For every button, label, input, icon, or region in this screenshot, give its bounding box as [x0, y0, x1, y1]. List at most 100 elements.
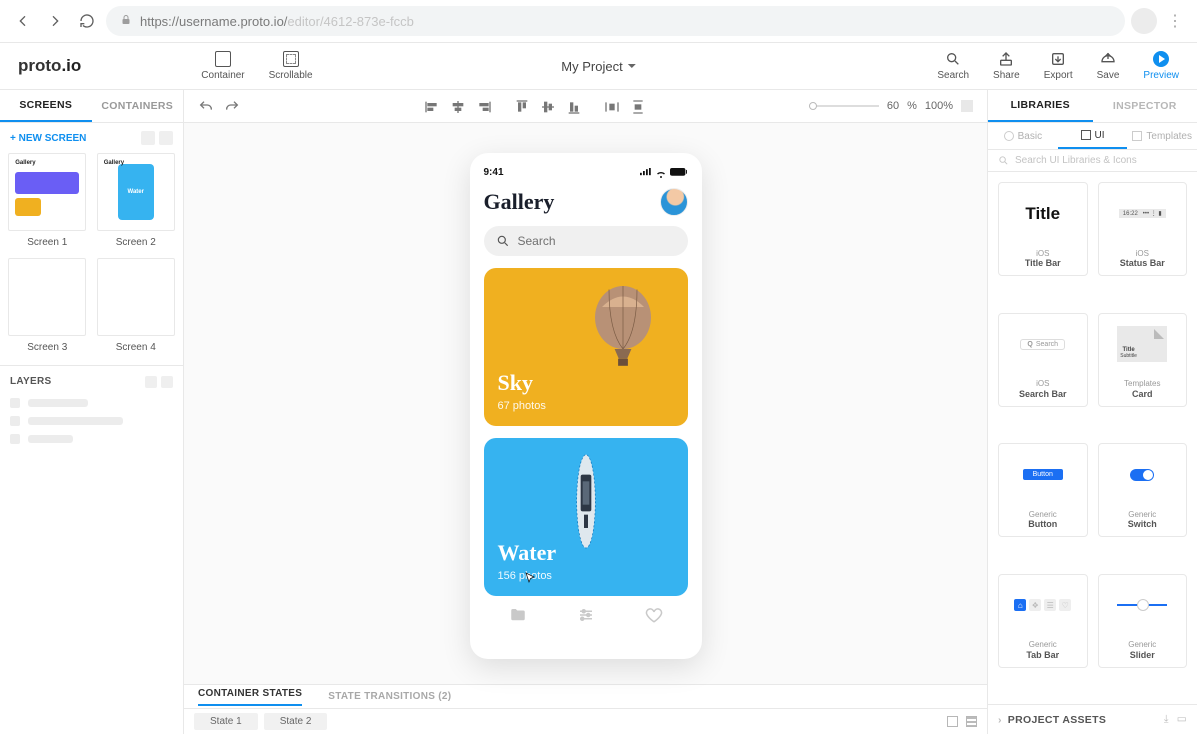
phone-frame[interactable]: 9:41 Gallery Search: [470, 153, 702, 659]
state-chip[interactable]: State 2: [264, 713, 328, 730]
share-button[interactable]: Share: [993, 51, 1020, 81]
gallery-card[interactable]: Sky 67 photos: [484, 268, 688, 426]
library-item[interactable]: 16:22 ••• ⋮ ▮ iOSStatus Bar: [1098, 182, 1188, 276]
library-item[interactable]: TitleSubtitle TemplatesCard: [1098, 313, 1188, 407]
screen-label: Screen 1: [27, 237, 67, 248]
assets-folder-icon[interactable]: ▭: [1177, 713, 1187, 726]
library-item[interactable]: ⌂❖☰♡ GenericTab Bar: [998, 574, 1088, 668]
screen-label: Screen 2: [116, 237, 156, 248]
filter-templates[interactable]: Templates: [1127, 123, 1197, 149]
tab-libraries[interactable]: LIBRARIES: [988, 90, 1093, 122]
url-text: https://username.proto.io/editor/4612-87…: [140, 14, 414, 29]
layers-toggle[interactable]: [161, 376, 173, 388]
search-icon: [496, 234, 510, 248]
canvas-footer: CONTAINER STATES STATE TRANSITIONS (2) S…: [184, 684, 987, 734]
view-toggle-1[interactable]: [141, 131, 155, 145]
url-bar[interactable]: https://username.proto.io/editor/4612-87…: [106, 6, 1125, 36]
back-icon[interactable]: [10, 8, 36, 34]
templates-icon: [1132, 131, 1142, 141]
search-icon: [945, 51, 961, 67]
undo-icon[interactable]: [198, 99, 214, 113]
filter-ui[interactable]: UI: [1058, 123, 1128, 149]
screen-thumb[interactable]: GalleryWater Screen 2: [97, 153, 176, 248]
screen-label: Screen 3: [27, 342, 67, 353]
insert-container-button[interactable]: Container: [201, 51, 244, 81]
view-list-icon[interactable]: [966, 716, 977, 727]
project-assets-title[interactable]: PROJECT ASSETS: [1008, 714, 1106, 726]
tab-container-states[interactable]: CONTAINER STATES: [198, 688, 302, 706]
tab-screens[interactable]: SCREENS: [0, 90, 92, 122]
library-item[interactable]: GenericSwitch: [1098, 443, 1188, 537]
bottom-nav: [484, 596, 688, 635]
screen-label: Screen 4: [116, 342, 156, 353]
basic-icon: [1004, 131, 1014, 141]
library-item[interactable]: GenericSlider: [1098, 574, 1188, 668]
layers-title: LAYERS: [10, 376, 51, 388]
redo-icon[interactable]: [224, 99, 240, 113]
zoom-display[interactable]: 100%: [925, 100, 953, 112]
tab-inspector[interactable]: INSPECTOR: [1093, 90, 1197, 122]
chevron-right-icon[interactable]: ›: [998, 714, 1002, 726]
align-hcenter-icon[interactable]: [450, 99, 466, 113]
zoom-fit-icon[interactable]: [961, 100, 973, 112]
project-title-dropdown[interactable]: My Project: [561, 59, 635, 74]
view-toggle-2[interactable]: [159, 131, 173, 145]
export-button[interactable]: Export: [1044, 51, 1073, 81]
layer-row[interactable]: [10, 416, 173, 426]
sliders-icon[interactable]: [576, 606, 596, 629]
gallery-card[interactable]: Water 156 photos: [484, 438, 688, 596]
search-button[interactable]: Search: [937, 51, 969, 81]
status-bar: 9:41: [484, 167, 688, 178]
export-icon: [1050, 51, 1066, 67]
library-search-placeholder: Search UI Libraries & Icons: [1015, 155, 1137, 166]
forward-icon[interactable]: [42, 8, 68, 34]
dist-v-icon[interactable]: [630, 99, 646, 113]
insert-scrollable-button[interactable]: Scrollable: [269, 51, 313, 81]
library-item[interactable]: Title iOSTitle Bar: [998, 182, 1088, 276]
align-right-icon[interactable]: [476, 99, 492, 113]
heart-icon[interactable]: [644, 606, 664, 629]
zoom-unit: %: [907, 100, 917, 112]
screen-thumb[interactable]: Screen 3: [8, 258, 87, 353]
screen-title: Gallery: [484, 189, 555, 215]
align-left-icon[interactable]: [424, 99, 440, 113]
screen-thumb[interactable]: Gallery Screen 1: [8, 153, 87, 248]
tab-containers[interactable]: CONTAINERS: [92, 90, 184, 122]
library-item[interactable]: Q Search iOSSearch Bar: [998, 313, 1088, 407]
screen-thumb[interactable]: Screen 4: [97, 258, 176, 353]
save-icon: [1100, 51, 1116, 67]
align-bottom-icon[interactable]: [566, 99, 582, 113]
reload-icon[interactable]: [74, 8, 100, 34]
battery-icon: [670, 168, 688, 178]
layer-row[interactable]: [10, 398, 173, 408]
new-screen-button[interactable]: + NEW SCREEN: [10, 133, 86, 144]
folder-icon[interactable]: [508, 606, 528, 629]
boat-image: [566, 448, 606, 555]
filter-basic[interactable]: Basic: [988, 123, 1058, 149]
share-icon: [998, 51, 1014, 67]
browser-chrome: https://username.proto.io/editor/4612-87…: [0, 0, 1197, 43]
browser-more-icon[interactable]: ⋮: [1163, 11, 1187, 31]
library-search-input[interactable]: Search UI Libraries & Icons: [988, 150, 1197, 172]
zoom-value: 60: [887, 100, 899, 112]
dist-h-icon[interactable]: [604, 99, 620, 113]
logo[interactable]: proto.io: [18, 56, 81, 76]
preview-button[interactable]: Preview: [1143, 51, 1179, 81]
layer-row[interactable]: [10, 434, 173, 444]
zoom-slider[interactable]: [809, 105, 879, 107]
card-subtitle: 67 photos: [498, 400, 674, 412]
align-vcenter-icon[interactable]: [540, 99, 556, 113]
view-grid-icon[interactable]: [947, 716, 958, 727]
search-input[interactable]: Search: [484, 226, 688, 256]
canvas[interactable]: 9:41 Gallery Search: [184, 123, 987, 734]
assets-upload-icon[interactable]: ⤓: [1164, 713, 1169, 726]
profile-avatar[interactable]: [1131, 8, 1157, 34]
library-item[interactable]: Button GenericButton: [998, 443, 1088, 537]
layers-toggle[interactable]: [145, 376, 157, 388]
align-top-icon[interactable]: [514, 99, 530, 113]
save-button[interactable]: Save: [1097, 51, 1120, 81]
secondary-toolbar: SCREENS CONTAINERS: [0, 90, 1197, 123]
avatar[interactable]: [660, 188, 688, 216]
tab-state-transitions[interactable]: STATE TRANSITIONS (2): [328, 691, 451, 702]
state-chip[interactable]: State 1: [194, 713, 258, 730]
